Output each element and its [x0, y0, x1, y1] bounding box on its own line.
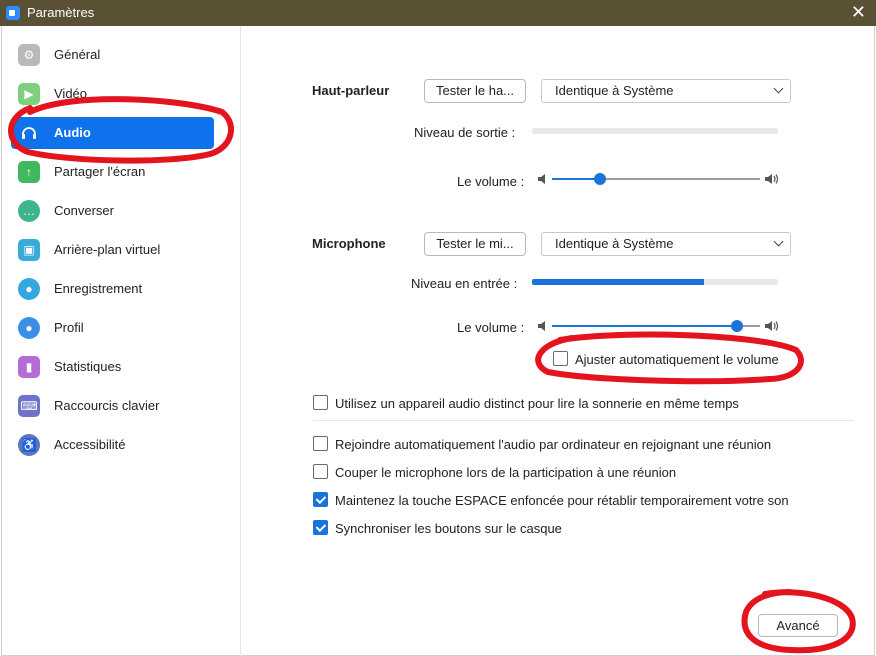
sidebar-item-accessibility[interactable]: ♿ Accessibilité — [11, 429, 214, 461]
headphones-icon — [18, 122, 40, 144]
slider-filled — [552, 178, 600, 180]
space-to-unmute-checkbox[interactable] — [313, 492, 328, 507]
chevron-down-icon — [773, 236, 784, 247]
sidebar-item-statistics[interactable]: ▮ Statistiques — [11, 351, 214, 383]
keyboard-icon: ⌨ — [18, 395, 40, 417]
sidebar-item-label: Accessibilité — [54, 437, 126, 452]
auto-adjust-volume-label: Ajuster automatiquement le volume — [575, 352, 779, 367]
input-level-label: Niveau en entrée : — [411, 276, 518, 291]
gear-icon: ⚙ — [18, 44, 40, 66]
close-icon[interactable]: ✕ — [851, 2, 866, 23]
sidebar-item-recording[interactable]: ● Enregistrement — [11, 273, 214, 305]
sync-headset-buttons-checkbox[interactable] — [313, 520, 328, 535]
record-icon: ● — [18, 278, 40, 300]
volume-high-icon — [765, 321, 779, 331]
separate-ringtone-device-label: Utilisez un appareil audio distinct pour… — [335, 396, 739, 411]
slider-thumb[interactable] — [593, 173, 606, 185]
sidebar: ⚙ Général ▶ Vidéo Audio ↑ Partager l'écr… — [1, 26, 241, 656]
sidebar-item-audio[interactable]: Audio — [11, 117, 214, 149]
test-speaker-button[interactable]: Tester le ha... — [424, 79, 526, 103]
slider-thumb[interactable] — [731, 320, 744, 332]
statistics-icon: ▮ — [18, 356, 40, 378]
sidebar-item-label: Audio — [54, 125, 91, 140]
profile-icon: ● — [18, 317, 40, 339]
sidebar-item-keyboard-shortcuts[interactable]: ⌨ Raccourcis clavier — [11, 390, 214, 422]
input-level-fill — [532, 279, 705, 285]
speaker-device-value: Identique à Système — [555, 83, 674, 98]
sidebar-item-profile[interactable]: ● Profil — [11, 312, 214, 344]
accessibility-icon: ♿ — [18, 434, 40, 456]
volume-low-icon — [538, 174, 545, 184]
sidebar-item-virtual-background[interactable]: ▣ Arrière-plan virtuel — [11, 234, 214, 266]
speaker-volume-label: Le volume : — [457, 174, 525, 189]
video-icon: ▶ — [18, 83, 40, 105]
sidebar-item-label: Général — [54, 47, 101, 62]
sidebar-item-chat[interactable]: … Converser — [11, 195, 214, 227]
microphone-device-value: Identique à Système — [555, 236, 674, 251]
microphone-device-select[interactable]: Identique à Système — [541, 232, 791, 256]
auto-join-audio-checkbox[interactable] — [313, 436, 328, 451]
sync-headset-buttons-label: Synchroniser les boutons sur le casque — [335, 521, 562, 536]
sidebar-item-label: Arrière-plan virtuel — [54, 242, 161, 257]
auto-join-audio-label: Rejoindre automatiquement l'audio par or… — [335, 437, 772, 452]
microphone-volume-slider[interactable] — [552, 319, 760, 333]
sidebar-item-general[interactable]: ⚙ Général — [11, 39, 214, 71]
virtual-background-icon: ▣ — [18, 239, 40, 261]
mute-on-join-checkbox[interactable] — [313, 464, 328, 479]
sidebar-item-label: Converser — [54, 203, 114, 218]
output-level-meter — [532, 128, 778, 134]
zoom-app-icon — [6, 6, 20, 20]
sidebar-item-label: Statistiques — [54, 359, 122, 374]
advanced-button[interactable]: Avancé — [758, 614, 838, 637]
sidebar-item-share-screen[interactable]: ↑ Partager l'écran — [11, 156, 214, 188]
speaker-section-label: Haut-parleur — [312, 83, 390, 98]
sidebar-item-video[interactable]: ▶ Vidéo — [11, 78, 214, 110]
slider-filled — [552, 325, 738, 327]
sidebar-item-label: Profil — [54, 320, 84, 335]
volume-low-icon — [538, 321, 545, 331]
share-screen-icon: ↑ — [18, 161, 40, 183]
test-microphone-button[interactable]: Tester le mi... — [424, 232, 526, 256]
speaker-volume-slider[interactable] — [552, 172, 760, 186]
divider — [313, 420, 854, 421]
speaker-device-select[interactable]: Identique à Système — [541, 79, 791, 103]
sidebar-item-label: Raccourcis clavier — [54, 398, 160, 413]
input-level-meter — [532, 279, 778, 285]
output-level-label: Niveau de sortie : — [414, 125, 516, 140]
sidebar-item-label: Partager l'écran — [54, 164, 146, 179]
sidebar-item-label: Enregistrement — [54, 281, 143, 296]
window-title: Paramètres — [27, 5, 95, 20]
auto-adjust-volume-checkbox[interactable] — [553, 351, 568, 366]
space-to-unmute-label: Maintenez la touche ESPACE enfoncée pour… — [335, 493, 789, 508]
sidebar-item-label: Vidéo — [54, 86, 88, 101]
chevron-down-icon — [773, 83, 784, 94]
microphone-volume-label: Le volume : — [457, 320, 525, 335]
chat-bubble-icon: … — [18, 200, 40, 222]
mute-on-join-label: Couper le microphone lors de la particip… — [335, 465, 677, 480]
volume-high-icon — [765, 174, 779, 184]
microphone-section-label: Microphone — [312, 236, 386, 251]
title-bar: Paramètres ✕ — [0, 0, 876, 26]
separate-ringtone-device-checkbox[interactable] — [313, 395, 328, 410]
